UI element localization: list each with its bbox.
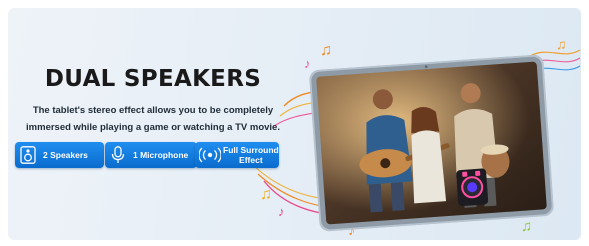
description: The tablet's stereo effect allows you to… bbox=[8, 102, 298, 136]
description-line: The tablet's stereo effect allows you to… bbox=[32, 105, 274, 116]
music-note-icon: ♫ bbox=[320, 42, 332, 59]
music-note-icon: ♪ bbox=[304, 56, 311, 71]
headline: DUAL SPEAKERS bbox=[44, 66, 262, 92]
feature-label-line: Effect bbox=[239, 155, 263, 165]
speakers-banner: ♫ ♪ ♬ ♫ ♪ ♪ ♫ ★ ♪ ♫ DUAL SPEAKERS The ta… bbox=[8, 8, 581, 240]
feature-label-line: Full Surround bbox=[223, 145, 279, 155]
feature-label: Full Surround Effect bbox=[223, 145, 279, 165]
feature-badge-microphone: 1 Microphone bbox=[105, 142, 197, 168]
surround-sound-icon bbox=[199, 146, 221, 164]
feature-label: 1 Microphone bbox=[133, 150, 189, 160]
feature-badge-speakers: 2 Speakers bbox=[15, 142, 104, 168]
music-note-icon: ♫ bbox=[521, 218, 533, 235]
microphone-icon bbox=[109, 146, 127, 164]
tablet-photo bbox=[309, 54, 554, 232]
description-line: immersed while playing a game or watchin… bbox=[26, 122, 280, 133]
music-note-icon: ♪ bbox=[278, 204, 285, 219]
music-note-icon: ♫ bbox=[556, 36, 567, 52]
feature-badge-surround: Full Surround Effect bbox=[195, 142, 279, 168]
tablet-device bbox=[309, 54, 555, 232]
music-note-icon: ♫ bbox=[260, 186, 272, 203]
feature-label: 2 Speakers bbox=[43, 150, 88, 160]
speaker-icon bbox=[19, 146, 37, 164]
